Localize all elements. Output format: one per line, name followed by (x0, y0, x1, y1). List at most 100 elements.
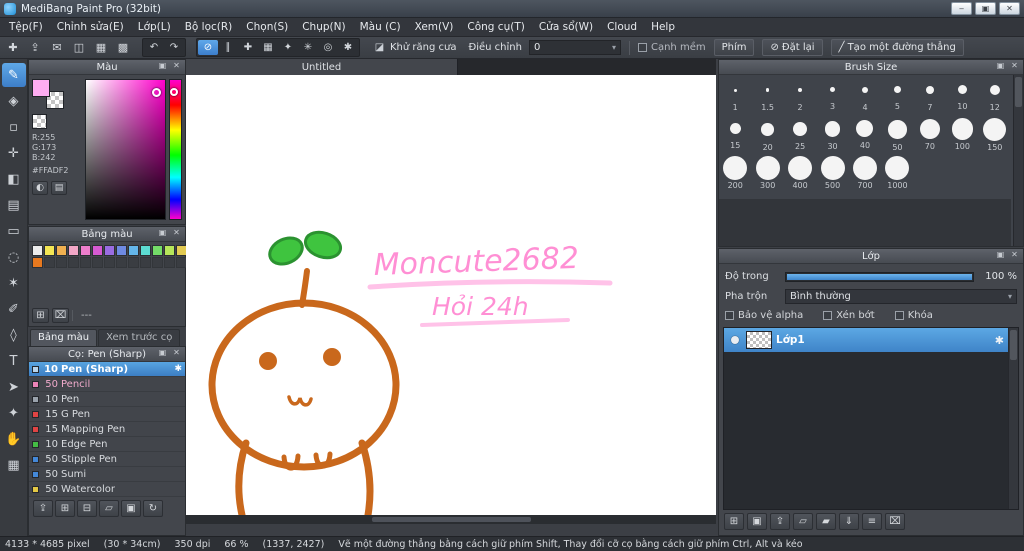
palette-swatch-empty[interactable] (92, 257, 103, 268)
flatten-button[interactable]: ≡ (862, 513, 882, 530)
brush-row-g-pen[interactable]: 15 G Pen (29, 407, 185, 422)
palette-swatch-empty[interactable] (56, 257, 67, 268)
palette-swatch[interactable] (116, 245, 127, 256)
upload-icon[interactable]: ⇪ (26, 40, 44, 56)
hand-tool[interactable]: ✋ (2, 427, 26, 451)
brush-row-sumi[interactable]: 50 Sumi (29, 467, 185, 482)
blend-mode-select[interactable]: Bình thường ▾ (785, 289, 1017, 304)
palette-swatch[interactable] (92, 245, 103, 256)
palette-swatch-empty[interactable] (104, 257, 115, 268)
detach-panel-icon[interactable]: ▣ (994, 61, 1007, 70)
add-palette-color-button[interactable]: ⊞ (32, 308, 49, 323)
import-layer-button[interactable]: ⇪ (770, 513, 790, 530)
close-panel-icon[interactable]: ✕ (170, 348, 183, 357)
palette-swatch[interactable] (104, 245, 115, 256)
brush-size-option[interactable]: 3 (816, 77, 848, 116)
lock-checkbox[interactable] (894, 311, 904, 320)
brush-menu-button[interactable]: ⊟ (77, 500, 97, 517)
palette-swatch[interactable] (32, 245, 43, 256)
brush-size-option[interactable]: 150 (979, 116, 1011, 155)
restore-button[interactable]: ▣ (975, 2, 996, 15)
menu-help[interactable]: Help (644, 21, 682, 33)
close-panel-icon[interactable]: ✕ (1008, 250, 1021, 259)
brush-size-option[interactable]: 40 (849, 116, 881, 155)
brush-size-option[interactable]: 7 (914, 77, 946, 116)
brush-row-pen-sharp[interactable]: 10 Pen (Sharp) ✱ (29, 362, 185, 377)
snap-radial-icon[interactable]: ✳ (298, 40, 318, 55)
material-panel-icon[interactable]: ▩ (114, 40, 132, 56)
canvas-hscrollbar-thumb[interactable] (371, 517, 531, 522)
key-button[interactable]: Phím (713, 39, 755, 56)
add-layer-button[interactable]: ⊞ (724, 513, 744, 530)
snap-off-icon[interactable]: ⊘ (198, 40, 218, 55)
fill-tool[interactable]: ◧ (2, 167, 26, 191)
select-pen-tool[interactable]: ✐ (2, 297, 26, 321)
palette-swatch[interactable] (164, 245, 175, 256)
brush-row-pen[interactable]: 10 Pen (29, 392, 185, 407)
brush-size-option[interactable]: 25 (784, 116, 816, 155)
eraser-tool[interactable]: ◈ (2, 89, 26, 113)
brush-size-option[interactable]: 1.5 (751, 77, 783, 116)
brush-row-mapping-pen[interactable]: 15 Mapping Pen (29, 422, 185, 437)
brush-row-edge-pen[interactable]: 10 Edge Pen (29, 437, 185, 452)
select-tool[interactable]: ▭ (2, 219, 26, 243)
detach-panel-icon[interactable]: ▣ (994, 250, 1007, 259)
palette-swatch-empty[interactable] (164, 257, 175, 268)
caret-down-icon[interactable]: ▾ (612, 43, 616, 52)
tab-palette[interactable]: Bảng màu (30, 329, 98, 346)
divide-tool[interactable]: ▦ (2, 453, 26, 477)
color-wheel-button[interactable]: ◐ (32, 181, 48, 195)
text-tool[interactable]: T (2, 349, 26, 373)
brush-size-option[interactable]: 50 (881, 116, 913, 155)
brush-folder-button[interactable]: ▱ (99, 500, 119, 517)
comment-icon[interactable]: ✉ (48, 40, 66, 56)
reset-button[interactable]: ⊘ Đặt lại (762, 39, 823, 56)
clipping-checkbox[interactable] (823, 311, 833, 320)
hue-slider[interactable] (169, 79, 182, 220)
brush-size-option[interactable]: 20 (751, 116, 783, 155)
palette-swatch[interactable] (68, 245, 79, 256)
menu-layer[interactable]: Lớp(L) (131, 21, 178, 33)
menu-file[interactable]: Tệp(F) (2, 21, 50, 33)
sv-picker-indicator[interactable] (152, 88, 162, 98)
foreground-color-swatch[interactable] (32, 79, 50, 97)
palette-swatch-empty[interactable] (140, 257, 151, 268)
snap-settings-icon[interactable]: ✱ (338, 40, 358, 55)
snap-grid-icon[interactable]: ▦ (258, 40, 278, 55)
brush-size-scrollbar-thumb[interactable] (1015, 77, 1022, 107)
lasso-tool[interactable]: ◌ (2, 245, 26, 269)
minimize-button[interactable]: ‒ (951, 2, 972, 15)
undo-button[interactable]: ↶ (144, 40, 164, 55)
palette-swatch[interactable] (128, 245, 139, 256)
menu-select[interactable]: Chọn(S) (239, 21, 295, 33)
brush-row-pencil[interactable]: 50 Pencil (29, 377, 185, 392)
detach-panel-icon[interactable]: ▣ (156, 61, 169, 70)
brush-size-option[interactable]: 100 (946, 116, 978, 155)
layer-settings-icon[interactable]: ✱ (995, 334, 1004, 347)
palette-swatch-empty[interactable] (128, 257, 139, 268)
close-panel-icon[interactable]: ✕ (1008, 61, 1021, 70)
brush-size-option[interactable]: 70 (914, 116, 946, 155)
upload-brush-button[interactable]: ⇪ (33, 500, 53, 517)
caret-down-icon[interactable]: ▾ (1008, 292, 1012, 301)
menu-color[interactable]: Màu (C) (353, 21, 408, 33)
brush-size-option[interactable]: 500 (816, 155, 848, 194)
duplicate-brush-button[interactable]: ▣ (121, 500, 141, 517)
brush-size-scrollbar[interactable] (1013, 75, 1023, 246)
layer-list-scrollbar-thumb[interactable] (1010, 330, 1017, 360)
snap-parallel-icon[interactable]: ∥ (218, 40, 238, 55)
merge-down-button[interactable]: ⇓ (839, 513, 859, 530)
brush-size-option[interactable]: 700 (849, 155, 881, 194)
operation-tool[interactable]: ➤ (2, 375, 26, 399)
canvas-tab[interactable]: Untitled (186, 59, 458, 75)
palette-swatch[interactable] (44, 245, 55, 256)
menu-snapshot[interactable]: Chụp(N) (295, 21, 352, 33)
add-layer-folder-button[interactable]: ▱ (793, 513, 813, 530)
brush-row-stipple-pen[interactable]: 50 Stipple Pen (29, 452, 185, 467)
menu-view[interactable]: Xem(V) (408, 21, 461, 33)
brush-size-option[interactable]: 400 (784, 155, 816, 194)
layer-folder-button[interactable]: ▰ (816, 513, 836, 530)
tab-brush-preview[interactable]: Xem trước cọ (98, 329, 181, 346)
delete-layer-button[interactable]: ⌧ (885, 513, 905, 530)
menu-edit[interactable]: Chỉnh sửa(E) (50, 21, 131, 33)
